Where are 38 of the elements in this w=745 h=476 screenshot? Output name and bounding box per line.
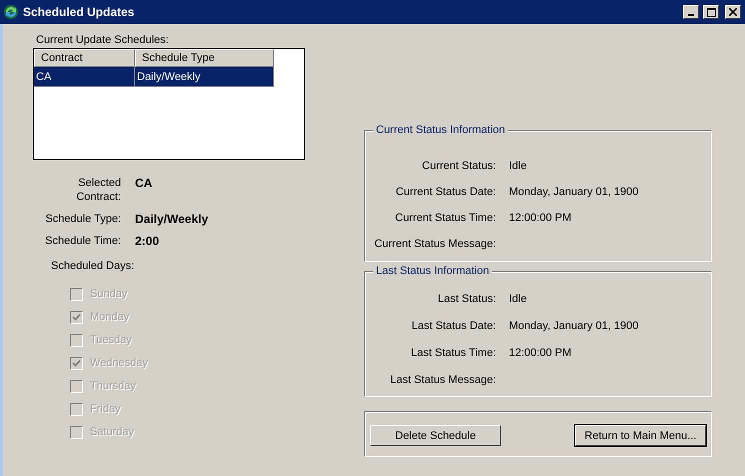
close-button[interactable] [725, 5, 741, 19]
group-title: Last Status Information [373, 265, 492, 277]
detail-value: 2:00 [135, 234, 160, 248]
maximize-button[interactable] [703, 5, 719, 19]
field-value: 12:00:00 PM [509, 211, 572, 225]
field-label: Last Status: [436, 292, 496, 306]
field-label: Last Status Time: [410, 346, 496, 360]
column-header[interactable]: Contract [34, 49, 135, 67]
close-icon [729, 8, 737, 16]
field-label: Last Status Message: [389, 373, 496, 387]
field-value: Monday, January 01, 1900 [509, 185, 640, 199]
field-label: Current Status Time: [394, 211, 496, 225]
list-cell[interactable]: CA [34, 67, 135, 87]
field-label: Last Status Date: [410, 319, 496, 333]
detail-label: Selected Contract: [75, 176, 121, 204]
column-header[interactable]: Schedule Type [135, 49, 274, 67]
maximize-icon [706, 8, 716, 16]
window-title: Scheduled Updates [23, 5, 136, 19]
field-label: Current Status Date: [394, 185, 496, 199]
detail-value: Daily/Weekly [135, 212, 210, 226]
minimize-button[interactable] [683, 5, 699, 19]
field-value: Idle [509, 159, 528, 173]
detail-label: Schedule Type: [44, 212, 121, 226]
detail-value: CA [135, 176, 154, 192]
field-label: Current Status: [421, 159, 496, 173]
field-value: Monday, January 01, 1900 [509, 319, 640, 333]
field-label: Current Status Message: [373, 237, 496, 251]
field-value: 12:00:00 PM [509, 346, 572, 360]
schedule-list[interactable]: Contract Schedule Type CA Daily/Weekly [33, 48, 305, 160]
list-label: Current Update Schedules: [36, 34, 169, 46]
field-value: Idle [509, 292, 528, 306]
refresh-icon [3, 4, 19, 20]
detail-label: Schedule Time: [44, 234, 121, 248]
days-label: Scheduled Days: [51, 260, 134, 272]
group-title: Current Status Information [373, 124, 508, 136]
return-button[interactable]: Return to Main Menu... [575, 425, 706, 446]
delete-button[interactable]: Delete Schedule [370, 425, 501, 446]
list-cell[interactable]: Daily/Weekly [135, 67, 274, 87]
